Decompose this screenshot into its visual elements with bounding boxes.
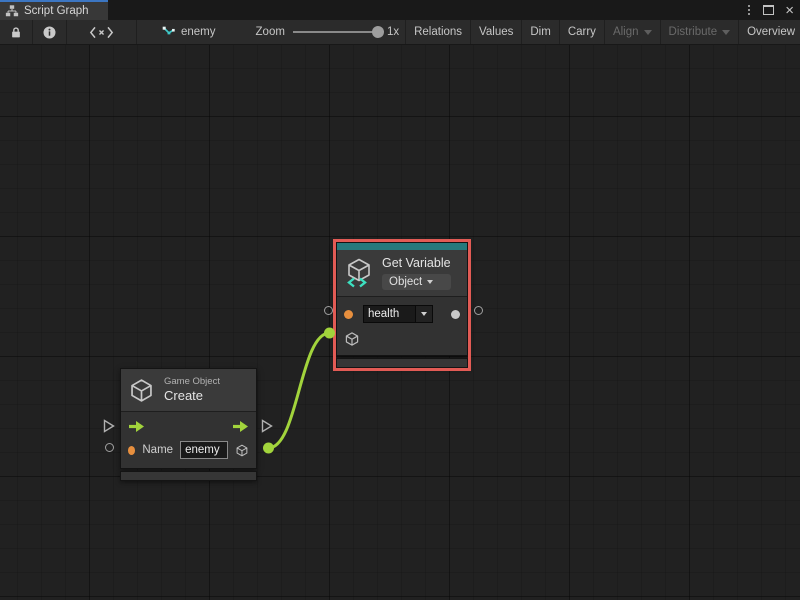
lock-button[interactable] xyxy=(0,20,33,44)
close-icon[interactable]: × xyxy=(783,3,796,18)
code-view-button[interactable] xyxy=(67,20,137,44)
info-icon xyxy=(42,25,57,40)
zoom-slider[interactable] xyxy=(293,31,379,33)
node-header: Get Variable Object xyxy=(337,250,467,297)
relations-button[interactable]: Relations xyxy=(405,20,471,44)
node-header: Game Object Create xyxy=(121,369,256,412)
object-variable-icon xyxy=(345,257,373,288)
flow-in-outer-port[interactable] xyxy=(103,419,115,433)
values-button[interactable]: Values xyxy=(471,20,522,44)
node-create-game-object[interactable]: Game Object Create Name xyxy=(120,368,257,481)
zoom-slider-handle[interactable] xyxy=(372,26,384,38)
create-game-object-out-port[interactable] xyxy=(263,443,274,454)
variable-name-input[interactable] xyxy=(363,305,416,323)
node-title: Get Variable xyxy=(382,255,451,271)
graph-toolbar: enemy Zoom 1x Relations Values Dim Carry… xyxy=(0,20,800,45)
name-value-input[interactable] xyxy=(180,441,228,459)
graph-reference-breadcrumb[interactable]: enemy xyxy=(151,20,226,44)
value-outer-port[interactable] xyxy=(474,306,483,315)
window-menu-icon[interactable] xyxy=(744,3,754,17)
chevron-down-icon xyxy=(722,30,730,35)
node-get-variable[interactable]: Get Variable Object xyxy=(336,242,468,368)
variable-name-dropdown[interactable] xyxy=(416,305,433,323)
object-target-icon xyxy=(344,331,360,347)
flow-out-outer-port[interactable] xyxy=(261,419,273,433)
maximize-icon[interactable] xyxy=(763,5,774,15)
name-port-label: Name xyxy=(142,444,173,456)
carry-button[interactable]: Carry xyxy=(560,20,605,44)
variable-name-input-port[interactable] xyxy=(344,310,353,319)
node-title: Create xyxy=(164,388,220,404)
overview-button[interactable]: Overview xyxy=(739,20,800,44)
graph-reference-label: enemy xyxy=(181,26,216,38)
flow-in-arrow-icon[interactable] xyxy=(128,420,145,433)
graph-hierarchy-icon xyxy=(5,4,19,18)
value-output-port[interactable] xyxy=(451,310,460,319)
zoom-label: Zoom xyxy=(256,26,285,38)
info-button[interactable] xyxy=(33,20,67,44)
name-input-port[interactable] xyxy=(128,446,135,455)
node-footer xyxy=(336,358,468,368)
node-category: Game Object xyxy=(164,376,220,388)
tab-script-graph[interactable]: Script Graph xyxy=(0,0,108,20)
game-object-output-icon xyxy=(235,442,249,459)
dim-button[interactable]: Dim xyxy=(522,20,559,44)
variable-name-outer-port[interactable] xyxy=(324,306,333,315)
chevron-down-icon xyxy=(421,312,427,316)
lock-icon xyxy=(9,25,23,40)
flow-out-arrow-icon[interactable] xyxy=(232,420,249,433)
get-variable-object-in-port[interactable] xyxy=(324,328,335,339)
variable-kind-bar xyxy=(337,243,467,250)
graph-canvas[interactable]: Game Object Create Name xyxy=(0,45,800,600)
tab-title: Script Graph xyxy=(24,5,89,17)
node-footer xyxy=(120,471,257,481)
connection-wire[interactable] xyxy=(269,333,330,448)
chevron-down-icon xyxy=(427,280,433,284)
variable-scope-dropdown[interactable]: Object xyxy=(382,274,451,290)
graph-icon xyxy=(161,25,176,40)
code-brackets-icon xyxy=(89,26,114,39)
chevron-down-icon xyxy=(644,30,652,35)
game-object-cube-icon xyxy=(128,377,155,404)
distribute-button[interactable]: Distribute xyxy=(661,20,740,44)
align-button[interactable]: Align xyxy=(605,20,661,44)
name-outer-port[interactable] xyxy=(105,443,114,452)
window-tab-bar: Script Graph × xyxy=(0,0,800,20)
zoom-value: 1x xyxy=(387,26,399,38)
